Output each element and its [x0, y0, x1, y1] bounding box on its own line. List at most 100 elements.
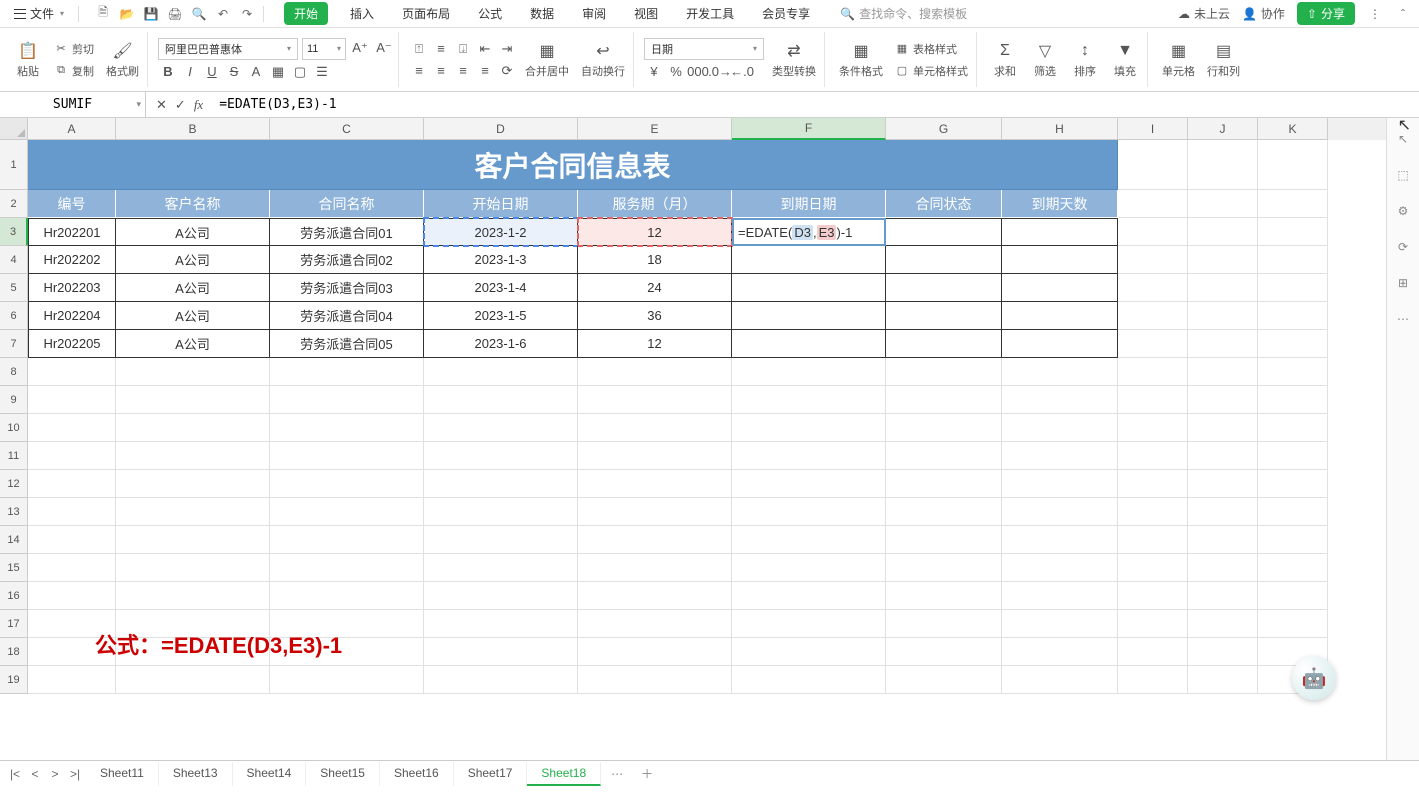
cell[interactable] — [116, 358, 270, 386]
cell[interactable]: Hr202202 — [28, 246, 116, 274]
col-header-H[interactable]: H — [1002, 118, 1118, 140]
wrap-button[interactable]: ↩自动换行 — [577, 39, 629, 81]
cell[interactable] — [1002, 330, 1118, 358]
cells-button[interactable]: ▦单元格 — [1158, 39, 1199, 81]
cell[interactable]: 24 — [578, 274, 732, 302]
cell[interactable] — [1188, 140, 1258, 190]
collab-button[interactable]: 👤 协作 — [1242, 5, 1285, 22]
row-header-5[interactable]: 5 — [0, 274, 28, 302]
open-icon[interactable]: 📂 — [119, 6, 135, 22]
cell[interactable] — [732, 526, 886, 554]
cell[interactable] — [886, 274, 1002, 302]
save-icon[interactable]: 💾 — [143, 6, 159, 22]
cell[interactable] — [1258, 358, 1328, 386]
sort-button[interactable]: ↕排序 — [1067, 39, 1103, 81]
cell[interactable] — [1188, 666, 1258, 694]
rowcol-button[interactable]: ▤行和列 — [1203, 39, 1244, 81]
cloud-status[interactable]: ☁ 未上云 — [1178, 5, 1230, 22]
table-header[interactable]: 到期天数 — [1002, 190, 1118, 218]
cell[interactable] — [116, 526, 270, 554]
cell[interactable] — [886, 246, 1002, 274]
cell[interactable] — [1258, 554, 1328, 582]
justify-button[interactable]: ≡ — [475, 61, 495, 81]
cell[interactable]: 36 — [578, 302, 732, 330]
cell[interactable] — [732, 386, 886, 414]
undo-icon[interactable]: ↶ — [215, 6, 231, 22]
cell[interactable] — [1188, 386, 1258, 414]
cell[interactable] — [1258, 302, 1328, 330]
col-header-J[interactable]: J — [1188, 118, 1258, 140]
sheet-nav-prev[interactable]: < — [26, 765, 44, 783]
side-select-icon[interactable]: ⬚ — [1394, 166, 1412, 184]
cell[interactable] — [28, 386, 116, 414]
cell[interactable] — [1258, 442, 1328, 470]
cell[interactable] — [424, 554, 578, 582]
type-convert-button[interactable]: ⇄类型转换 — [768, 39, 820, 81]
cell[interactable] — [1188, 498, 1258, 526]
cell[interactable]: 12 — [578, 330, 732, 358]
sum-button[interactable]: Σ求和 — [987, 39, 1023, 81]
cell[interactable] — [1002, 498, 1118, 526]
percent-button[interactable]: % — [666, 62, 686, 82]
cell[interactable] — [1118, 330, 1188, 358]
cell[interactable] — [1188, 470, 1258, 498]
cell[interactable] — [116, 442, 270, 470]
table-header[interactable]: 开始日期 — [424, 190, 578, 218]
sheet-nav-next[interactable]: > — [46, 765, 64, 783]
more-icon[interactable]: ⋮ — [1367, 6, 1383, 22]
cell[interactable]: A公司 — [116, 246, 270, 274]
row-header-16[interactable]: 16 — [0, 582, 28, 610]
cell[interactable] — [886, 498, 1002, 526]
assistant-bubble[interactable]: 🤖 — [1292, 656, 1336, 700]
cell[interactable]: 2023-1-3 — [424, 246, 578, 274]
row-header-14[interactable]: 14 — [0, 526, 28, 554]
new-doc-icon[interactable]: 🗎 — [95, 6, 111, 22]
cell[interactable] — [886, 330, 1002, 358]
row-header-18[interactable]: 18 — [0, 638, 28, 666]
cell[interactable] — [424, 610, 578, 638]
cell[interactable] — [1002, 470, 1118, 498]
tab-home[interactable]: 开始 — [284, 2, 328, 25]
cell[interactable] — [1258, 498, 1328, 526]
cell[interactable]: 12 — [578, 218, 732, 246]
col-header-G[interactable]: G — [886, 118, 1002, 140]
select-all-corner[interactable] — [0, 118, 28, 140]
border-button[interactable]: ▢ — [290, 62, 310, 82]
number-format-combo[interactable]: 日期▾ — [644, 38, 764, 60]
cell[interactable] — [1118, 582, 1188, 610]
cell[interactable] — [1188, 330, 1258, 358]
cell[interactable] — [1118, 218, 1188, 246]
cell[interactable] — [1118, 414, 1188, 442]
cell[interactable]: 2023-1-2 — [424, 218, 578, 246]
cell[interactable] — [116, 582, 270, 610]
row-header-9[interactable]: 9 — [0, 386, 28, 414]
cell[interactable] — [1002, 638, 1118, 666]
tab-view[interactable]: 视图 — [628, 1, 664, 26]
table-style-button[interactable]: ▦表格样式 — [891, 39, 972, 59]
decrease-font-button[interactable]: A⁻ — [374, 38, 394, 58]
sheet-nav-first[interactable]: |< — [6, 765, 24, 783]
cell[interactable] — [1002, 442, 1118, 470]
table-header[interactable]: 客户名称 — [116, 190, 270, 218]
cell[interactable] — [1258, 330, 1328, 358]
cell[interactable] — [578, 554, 732, 582]
cell[interactable] — [1118, 554, 1188, 582]
cell[interactable] — [424, 498, 578, 526]
align-top-button[interactable]: ⍐ — [409, 39, 429, 59]
cell[interactable] — [732, 582, 886, 610]
row-header-19[interactable]: 19 — [0, 666, 28, 694]
cell[interactable] — [116, 666, 270, 694]
active-cell-editing[interactable]: =EDATE(D3 , E3)-1 — [732, 218, 886, 246]
cell[interactable]: 劳务派遣合同03 — [270, 274, 424, 302]
cell[interactable] — [28, 582, 116, 610]
cell[interactable] — [116, 386, 270, 414]
cell[interactable]: 2023-1-5 — [424, 302, 578, 330]
collapse-icon[interactable]: ˆ — [1395, 6, 1411, 22]
cell[interactable] — [578, 638, 732, 666]
table-title[interactable]: 客户合同信息表 — [28, 140, 1118, 190]
cell[interactable] — [1118, 442, 1188, 470]
cell[interactable] — [1258, 610, 1328, 638]
cell[interactable] — [1118, 526, 1188, 554]
align-center-button[interactable]: ≡ — [431, 61, 451, 81]
cell[interactable] — [1258, 274, 1328, 302]
